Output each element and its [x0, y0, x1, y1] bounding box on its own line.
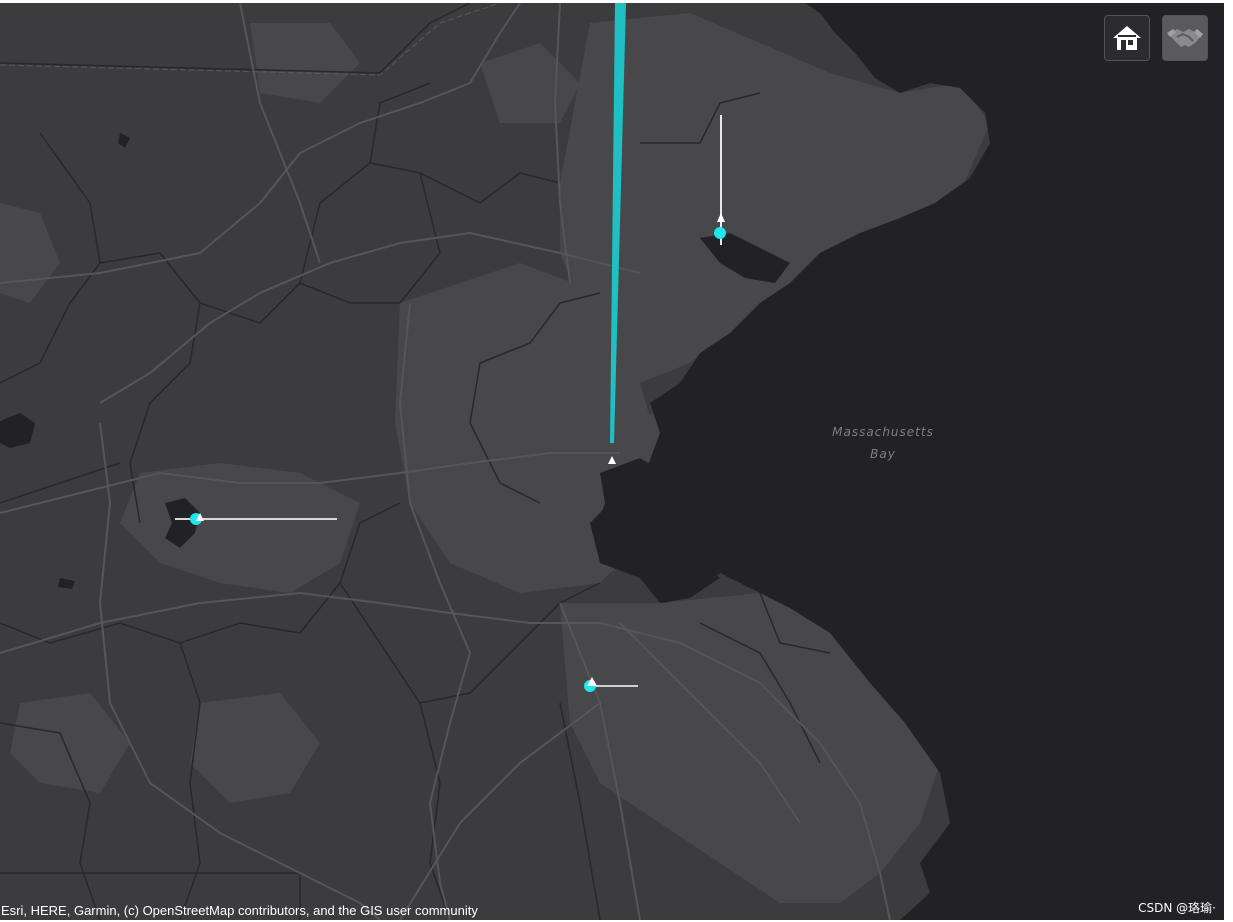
basemap[interactable] [0, 3, 1224, 920]
vehicle-dot [714, 227, 726, 239]
map-view[interactable]: Massachusetts Bay [0, 3, 1224, 920]
map-attribution: Esri, HERE, Garmin, (c) OpenStreetMap co… [1, 903, 478, 918]
water-label-line: Bay [870, 447, 896, 461]
basemap-button[interactable] [1162, 15, 1208, 61]
handshake-icon [1167, 29, 1203, 47]
watermark: CSDN @珞瑜· [1138, 901, 1216, 915]
home-button[interactable] [1104, 15, 1150, 61]
home-icon [1113, 26, 1141, 50]
water-label-massachusetts-bay: Massachusetts Bay [820, 421, 946, 465]
water-label-line: Massachusetts [832, 425, 934, 439]
